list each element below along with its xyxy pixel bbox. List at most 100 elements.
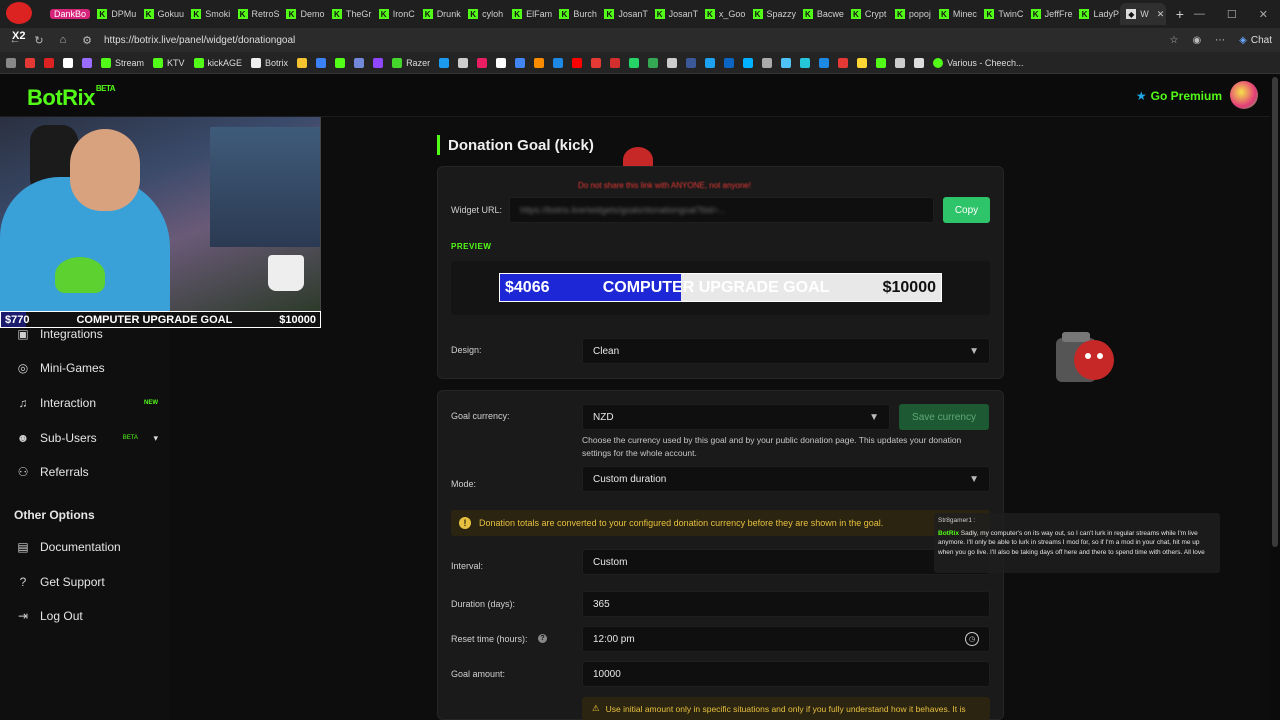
- tab-4[interactable]: K Smoki: [185, 3, 231, 25]
- save-currency-button[interactable]: Save currency: [899, 404, 989, 430]
- bookmark-icon[interactable]: [629, 57, 640, 68]
- currency-select[interactable]: NZD ▼: [582, 404, 890, 430]
- bookmark-icon[interactable]: [895, 57, 906, 68]
- sidebar-item-integrations[interactable]: ▣ Integrations: [16, 327, 166, 341]
- tab-19[interactable]: Kpopoj: [889, 3, 933, 25]
- bookmark-ktv[interactable]: KTV: [153, 57, 185, 68]
- bookmark-icon[interactable]: [610, 57, 621, 68]
- design-select[interactable]: Clean ▼: [582, 338, 990, 364]
- new-tab-button[interactable]: +: [1166, 6, 1194, 22]
- tab-21[interactable]: K TwinC: [978, 3, 1024, 25]
- botrix-logo[interactable]: BotRixBETA: [27, 84, 116, 111]
- tab-16[interactable]: K Spazzy: [747, 3, 797, 25]
- close-window-icon[interactable]: ✕: [1259, 8, 1268, 21]
- sidebar-item-interaction[interactable]: ♫ Interaction NEW: [16, 396, 166, 410]
- sidebar-item-sub-users[interactable]: ☻ Sub-Users BETA ▾: [16, 431, 166, 445]
- bookmark-icon[interactable]: [705, 57, 716, 68]
- bookmark-icon[interactable]: [297, 57, 308, 68]
- twitch-icon[interactable]: [373, 57, 384, 68]
- site-info-icon[interactable]: ⚙: [80, 34, 94, 47]
- tab-11[interactable]: K ElFam: [506, 3, 553, 25]
- bookmark-icon[interactable]: [25, 57, 35, 68]
- url-field[interactable]: https://botrix.live/panel/widget/donatio…: [104, 35, 295, 46]
- tab-22[interactable]: K JeffFre: [1025, 3, 1074, 25]
- reload-icon[interactable]: ↻: [32, 34, 46, 47]
- maximize-icon[interactable]: ☐: [1227, 8, 1237, 21]
- bookmark-icon[interactable]: [667, 57, 678, 68]
- bookmark-icon[interactable]: [819, 57, 830, 68]
- go-premium-button[interactable]: ★ Go Premium: [1136, 89, 1222, 103]
- tab-2[interactable]: K DPMu: [91, 3, 137, 25]
- bookmark-icon[interactable]: [724, 57, 735, 68]
- tab-active[interactable]: ◆ W ✕: [1120, 3, 1166, 25]
- copy-button[interactable]: Copy: [943, 197, 990, 223]
- tab-23[interactable]: K LadyP: [1073, 3, 1120, 25]
- bookmark-razer[interactable]: Razer: [392, 57, 430, 68]
- goal-amount-input[interactable]: 10000: [582, 661, 990, 687]
- tab-5[interactable]: K RetroS: [232, 3, 281, 25]
- maps-icon[interactable]: [648, 57, 659, 68]
- tab-9[interactable]: K Drunk: [417, 3, 462, 25]
- bookmark-icon[interactable]: [800, 57, 811, 68]
- chat-button[interactable]: ◈ Chat: [1239, 35, 1272, 46]
- bookmark-icon[interactable]: [857, 57, 868, 68]
- bookmark-icon[interactable]: [781, 57, 792, 68]
- google-icon[interactable]: [515, 57, 526, 68]
- menu-icon[interactable]: ⋯: [1215, 35, 1225, 46]
- bookmark-icon[interactable]: [63, 57, 73, 68]
- help-circle-icon[interactable]: ?: [538, 634, 547, 643]
- bookmark-icon[interactable]: [876, 57, 887, 68]
- extension-icon[interactable]: [6, 57, 16, 68]
- user-avatar[interactable]: [1230, 81, 1258, 109]
- extension-icon[interactable]: ◉: [1192, 35, 1201, 46]
- tab-10[interactable]: Kcyloh: [462, 3, 506, 25]
- bookmark-icon[interactable]: [82, 57, 92, 68]
- sidebar-item-get-support[interactable]: ? Get Support: [16, 575, 166, 589]
- bookmark-icon[interactable]: [838, 57, 849, 68]
- discord-icon[interactable]: [354, 57, 365, 68]
- tab-12[interactable]: K Burch: [553, 3, 598, 25]
- home-icon[interactable]: ⌂: [56, 34, 70, 46]
- interval-select[interactable]: Custom: [582, 549, 990, 575]
- tab-15[interactable]: Kx_Goo: [699, 3, 747, 25]
- reset-time-input[interactable]: 12:00 pm ◷: [582, 626, 990, 652]
- bookmark-icon[interactable]: [743, 57, 754, 68]
- minimize-icon[interactable]: —: [1194, 8, 1205, 21]
- tab-7[interactable]: K TheGr: [326, 3, 373, 25]
- bookmark-icon[interactable]: [914, 57, 925, 68]
- tab-14[interactable]: K JosanT: [649, 3, 699, 25]
- bookmark-icon[interactable]: [496, 57, 507, 68]
- sidebar-item-documentation[interactable]: ▤ Documentation: [16, 540, 166, 554]
- bookmark-botrix[interactable]: Botrix: [251, 57, 288, 68]
- youtube-icon[interactable]: [572, 57, 583, 68]
- tab-3[interactable]: K Gokuu: [138, 3, 186, 25]
- bookmark-icon[interactable]: [686, 57, 697, 68]
- close-tab-icon[interactable]: ✕: [1157, 9, 1165, 20]
- bookmark-kickage[interactable]: kickAGE: [193, 57, 242, 68]
- sidebar-item-mini-games[interactable]: ◎ Mini-Games: [16, 361, 166, 375]
- bookmark-icon[interactable]: [477, 57, 488, 68]
- sidebar-item-log-out[interactable]: ⇥ Log Out: [16, 609, 166, 623]
- scroll-thumb[interactable]: [1272, 77, 1278, 547]
- widget-url-field[interactable]: https://botrix.live/widgets/goals/donati…: [509, 197, 934, 223]
- chevron-down-icon[interactable]: ▾: [153, 433, 158, 444]
- bookmark-icon[interactable]: [762, 57, 773, 68]
- bookmark-icon[interactable]: [553, 57, 564, 68]
- tab-17[interactable]: K Bacwe: [797, 3, 845, 25]
- bookmark-stream[interactable]: Stream: [101, 57, 144, 68]
- sidebar-item-referrals[interactable]: ⚇ Referrals: [16, 465, 166, 479]
- bookmark-icon[interactable]: [316, 57, 327, 68]
- duration-input[interactable]: 365: [582, 591, 990, 617]
- bookmark-various[interactable]: Various - Cheech...: [933, 57, 1023, 68]
- bookmark-icon[interactable]: [591, 57, 602, 68]
- tab-18[interactable]: K Crypt: [845, 3, 889, 25]
- tab-8[interactable]: K IronC: [373, 3, 417, 25]
- tab-6[interactable]: K Demo: [280, 3, 325, 25]
- bookmark-icon[interactable]: [44, 57, 54, 68]
- bookmark-icon[interactable]: [335, 57, 346, 68]
- bookmark-icon[interactable]: [439, 57, 450, 68]
- tab-1[interactable]: DankBo: [44, 3, 91, 25]
- bookmark-icon[interactable]: [458, 57, 469, 68]
- tab-13[interactable]: K JosanT: [598, 3, 648, 25]
- bookmark-star-icon[interactable]: ☆: [1169, 35, 1178, 46]
